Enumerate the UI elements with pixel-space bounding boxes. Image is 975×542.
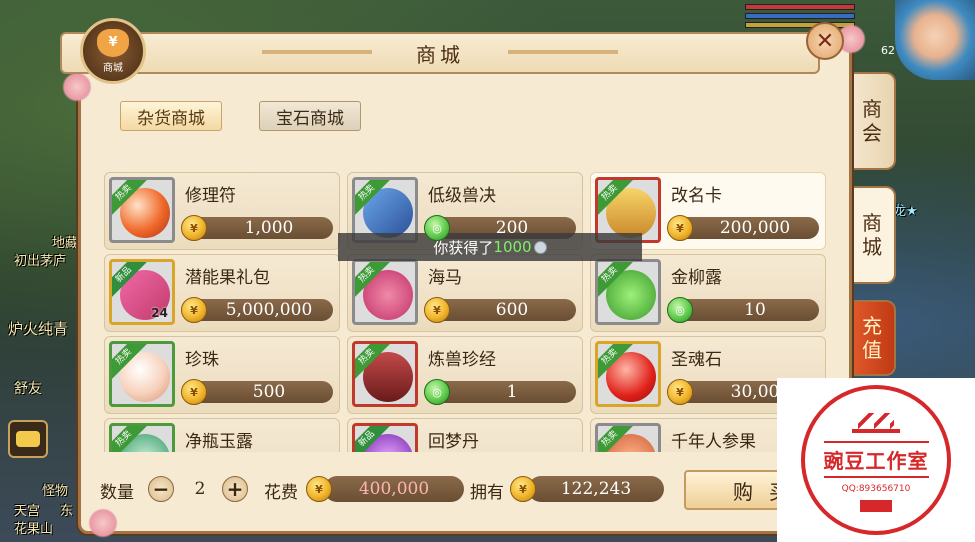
tab-recharge-label: 充 值 [862, 314, 882, 362]
item-card[interactable]: 热卖 修理符 ¥1,000 [104, 172, 340, 250]
bg-right-tag: 龙★ [893, 204, 918, 219]
item-name: 炼兽珍经 [428, 350, 496, 370]
tab-mall[interactable]: 商 城 [850, 186, 896, 284]
item-icon-frame: 热卖 [352, 341, 418, 407]
silver-coin-icon [533, 240, 547, 254]
item-price: 5,000,000 [225, 300, 313, 320]
tab-general-store[interactable]: 杂货商城 [120, 101, 222, 131]
tab-guild-shop-label: 商 会 [862, 97, 882, 145]
item-card[interactable]: 新品 24 潜能果礼包 ¥5,000,000 [104, 254, 340, 332]
money-bag-icon: ¥ [97, 28, 129, 57]
watermark-banner [860, 499, 892, 512]
player-avatar[interactable] [895, 0, 975, 80]
item-name: 圣魂石 [671, 350, 722, 370]
bg-text-5: 天宫 [14, 504, 41, 519]
gold-coin-icon: ¥ [181, 379, 207, 405]
crown-icon [852, 409, 900, 433]
item-price: 1,000 [244, 218, 294, 238]
bg-text-2: 初出茅庐 [14, 254, 67, 269]
gold-coin-icon: ¥ [306, 476, 332, 502]
owned-label: 拥有 [470, 483, 504, 503]
item-card[interactable]: 热卖 炼兽珍经 ◎ 1 [347, 336, 583, 414]
item-icon-frame: 热卖 [595, 259, 661, 325]
item-icon-frame: 热卖 [109, 423, 175, 452]
purchase-bar: 数量 − 2 + 花费 ¥ 400,000 拥有 ¥ 122,243 购买 [80, 462, 854, 524]
cost-label: 花费 [264, 483, 298, 503]
bg-text-6: 东 [60, 504, 74, 519]
emblem-label: 商城 [103, 62, 123, 74]
item-price: 10 [744, 300, 766, 320]
title-bar: 商城 [60, 32, 820, 74]
shop-emblem: ¥ 商城 [80, 18, 146, 84]
item-card[interactable]: 热卖净瓶玉露¥ [104, 418, 340, 452]
chat-icon[interactable] [8, 420, 48, 458]
item-icon-frame: 热卖 [109, 177, 175, 243]
increase-quantity-button[interactable]: + [222, 476, 248, 502]
jade-coin-icon: ◎ [424, 379, 450, 405]
close-button[interactable]: ✕ [806, 22, 844, 60]
gold-coin-icon: ¥ [510, 476, 536, 502]
tab-gem-store[interactable]: 宝石商城 [259, 101, 361, 131]
item-card[interactable]: 热卖 珍珠 ¥500 [104, 336, 340, 414]
item-name: 珍珠 [185, 350, 219, 370]
item-price: 600 [495, 300, 529, 320]
item-name: 海马 [428, 268, 462, 288]
quantity-label: 数量 [100, 483, 134, 503]
decrease-quantity-button[interactable]: − [148, 476, 174, 502]
item-price: 1 [506, 382, 518, 402]
page-title: 商城 [416, 42, 464, 67]
item-name: 回梦丹 [428, 432, 479, 452]
player-level: 62 [881, 44, 895, 57]
gold-coin-icon: ¥ [667, 379, 693, 405]
item-name: 低级兽决 [428, 186, 496, 206]
jade-coin-icon: ◎ [424, 215, 450, 241]
jade-coin-icon: ◎ [667, 297, 693, 323]
watermark-seal: 豌豆工作室 QQ:893656710 [801, 385, 951, 535]
item-icon-frame: 新品 [352, 423, 418, 452]
bg-text-1: 地藏 [52, 236, 79, 251]
flower-decoration [62, 72, 92, 102]
tab-recharge[interactable]: 充 值 [850, 300, 896, 376]
quantity-field[interactable]: 2 [180, 476, 220, 502]
item-card[interactable]: 新品回梦丹¥ [347, 418, 583, 452]
item-icon-frame: 热卖 [595, 341, 661, 407]
reward-toast: 你获得了 1000 [338, 233, 642, 261]
bg-text-7: 花果山 [14, 522, 54, 537]
item-card[interactable]: 热卖 海马 ¥600 [347, 254, 583, 332]
item-name: 千年人参果 [671, 432, 756, 452]
item-card[interactable]: 热卖 金柳露 ◎ 10 [590, 254, 826, 332]
watermark-qq: QQ:893656710 [841, 483, 911, 494]
item-icon-frame: 热卖 [109, 341, 175, 407]
cost-value: 400,000 [324, 476, 464, 502]
toast-amount: 1000 [493, 238, 532, 256]
item-name: 修理符 [185, 186, 236, 206]
item-grid: 热卖 修理符 ¥1,000 热卖 低级兽决 ◎ 200 热卖 改名卡 ¥200,000 新品 24 潜能… [104, 172, 826, 452]
item-count: 24 [151, 306, 168, 320]
owned-value: 122,243 [528, 476, 664, 502]
item-price: 200,000 [719, 218, 791, 238]
item-name: 金柳露 [671, 268, 722, 288]
item-name: 改名卡 [671, 186, 722, 206]
title-ornament-left [262, 46, 372, 58]
gold-coin-icon: ¥ [667, 215, 693, 241]
bg-text-4: 舒友 [14, 381, 42, 397]
title-ornament-right [508, 46, 618, 58]
item-icon-frame: 热卖 [595, 423, 661, 452]
gold-coin-icon: ¥ [181, 297, 207, 323]
watermark-name: 豌豆工作室 [823, 440, 929, 478]
bg-text-3: 炉火纯青 [8, 320, 69, 338]
tab-mall-label: 商 城 [862, 211, 882, 259]
item-icon-frame: 新品 24 [109, 259, 175, 325]
bg-text-8: 怪物 [42, 484, 69, 499]
watermark: 豌豆工作室 QQ:893656710 [777, 378, 975, 542]
tab-guild-shop[interactable]: 商 会 [850, 72, 896, 170]
item-name: 净瓶玉露 [185, 432, 253, 452]
item-price: 500 [252, 382, 286, 402]
item-icon-frame: 热卖 [352, 259, 418, 325]
gold-coin-icon: ¥ [424, 297, 450, 323]
gold-coin-icon: ¥ [181, 215, 207, 241]
item-name: 潜能果礼包 [185, 268, 270, 288]
